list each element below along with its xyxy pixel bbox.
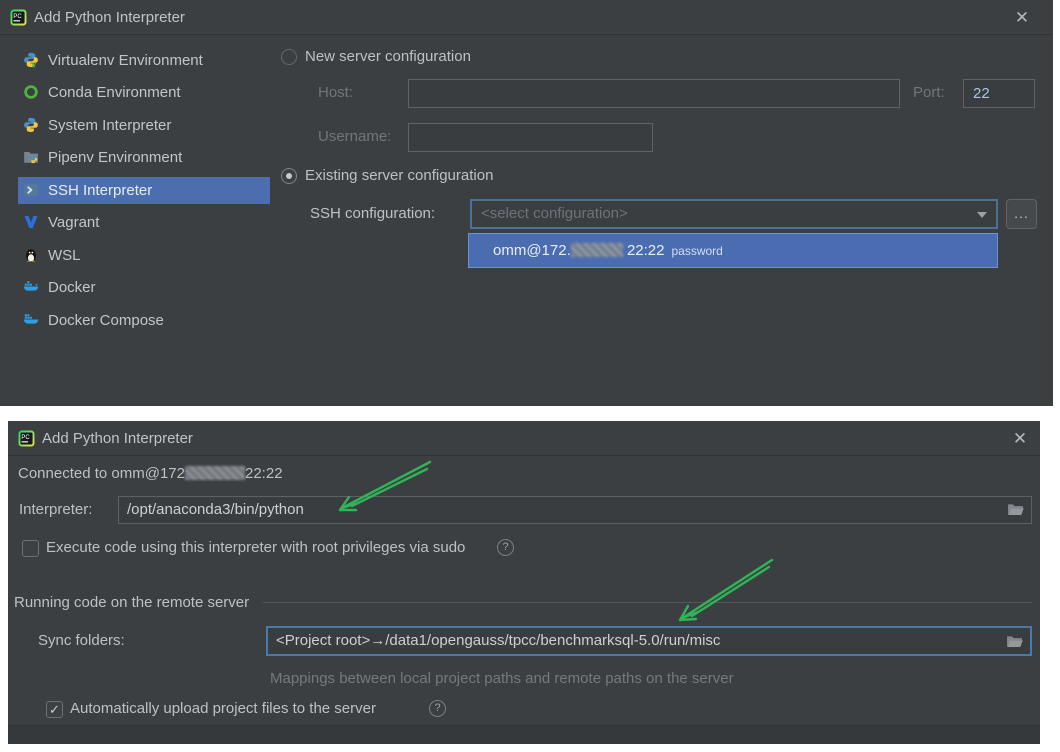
sidebar-item-conda[interactable]: Conda Environment (18, 79, 270, 106)
option-auth-type: password (671, 244, 723, 258)
sidebar-item-ssh-interpreter[interactable]: SSH Interpreter (18, 177, 270, 204)
connected-prefix: Connected to omm@172 (18, 465, 185, 482)
add-interpreter-dialog-connected: PC Add Python Interpreter ✕ Connected to… (8, 421, 1040, 744)
browse-folder-icon[interactable] (1007, 503, 1024, 517)
svg-text:PC: PC (13, 14, 22, 20)
username-input[interactable] (408, 123, 653, 152)
docker-compose-icon (23, 314, 39, 324)
sync-folders-label: Sync folders: (38, 632, 125, 649)
interpreter-label: Interpreter: (19, 501, 93, 518)
port-input[interactable] (963, 79, 1035, 108)
redacted-ip-blur (185, 466, 245, 480)
browse-folder-icon[interactable] (1006, 635, 1023, 649)
sync-folders-hint: Mappings between local project paths and… (270, 670, 734, 687)
interpreter-path-value: /opt/anaconda3/bin/python (127, 501, 304, 518)
browse-ssh-configurations-button[interactable]: ... (1006, 199, 1037, 229)
option-user-host: omm@172. (493, 242, 571, 259)
ssh-configuration-dropdown-popup: omm@172. 22:22 password (468, 233, 998, 268)
python-virtualenv-icon: v (24, 52, 38, 68)
sidebar-item-label: Conda Environment (48, 84, 181, 101)
sidebar-item-docker[interactable]: Docker (18, 274, 270, 301)
host-input[interactable] (408, 79, 900, 108)
host-label: Host: (318, 84, 354, 101)
sidebar-item-label: Docker (48, 279, 96, 296)
dialog-title: Add Python Interpreter (42, 430, 193, 447)
option-port: 22:22 (626, 242, 665, 259)
auto-upload-checkbox-label: Automatically upload project files to th… (70, 700, 376, 717)
sidebar-item-pipenv[interactable]: Pipenv Environment (18, 144, 270, 171)
dialog-titlebar: PC Add Python Interpreter ✕ (8, 421, 1040, 456)
linux-penguin-icon (25, 249, 37, 263)
sidebar-item-system-interpreter[interactable]: System Interpreter (18, 112, 270, 139)
chevron-down-icon[interactable] (977, 212, 987, 218)
auto-upload-checkbox[interactable]: ✓ (46, 701, 63, 718)
python-icon (24, 117, 38, 133)
sidebar-item-label: System Interpreter (48, 117, 172, 134)
sidebar-item-label: Virtualenv Environment (48, 52, 203, 69)
docker-whale-icon (23, 281, 39, 291)
sudo-checkbox-label: Execute code using this interpreter with… (46, 539, 466, 556)
vagrant-icon (24, 216, 38, 229)
sudo-checkbox[interactable] (22, 540, 39, 557)
sidebar-item-label: Vagrant (48, 214, 100, 231)
combobox-placeholder: <select configuration> (481, 205, 628, 222)
section-header-text: Running code on the remote server (14, 593, 250, 611)
conda-icon (24, 85, 38, 99)
dialog-titlebar: PC Add Python Interpreter ✕ (0, 0, 1053, 35)
sync-folders-value: <Project root>→/data1/opengauss/tpcc/ben… (276, 632, 721, 649)
section-divider (263, 601, 1032, 603)
dropdown-option-omm-host[interactable]: omm@172. 22:22 password (469, 234, 997, 267)
radio-existing-server-configuration[interactable] (281, 168, 297, 184)
help-icon[interactable]: ? (497, 539, 514, 556)
ssh-terminal-icon (24, 183, 38, 197)
interpreter-path-field[interactable]: /opt/anaconda3/bin/python (118, 496, 1032, 524)
add-interpreter-dialog-ssh-select: PC Add Python Interpreter ✕ v Virtualenv… (0, 0, 1053, 406)
sidebar-item-virtualenv[interactable]: v Virtualenv Environment (18, 47, 270, 74)
connected-status-text: Connected to omm@172 22:22 (18, 461, 283, 487)
sidebar-item-label: WSL (48, 247, 81, 264)
close-icon[interactable]: ✕ (1010, 6, 1034, 30)
dialog-bottom-edge (8, 725, 1040, 744)
ssh-configuration-label: SSH configuration: (310, 205, 436, 222)
help-icon[interactable]: ? (429, 700, 446, 717)
username-label: Username: (318, 128, 392, 145)
radio-existing-server-label: Existing server configuration (305, 167, 494, 184)
sidebar-item-wsl[interactable]: WSL (18, 242, 270, 269)
pycharm-logo-icon: PC (10, 9, 27, 26)
pycharm-logo-icon: PC (18, 430, 35, 447)
sync-folders-field[interactable]: <Project root>→/data1/opengauss/tpcc/ben… (266, 626, 1032, 656)
redacted-ip-blur (570, 243, 623, 257)
pipenv-folder-icon (24, 151, 38, 164)
sidebar-item-vagrant[interactable]: Vagrant (18, 209, 270, 236)
sidebar-item-label: Docker Compose (48, 312, 164, 329)
sidebar-item-label: SSH Interpreter (48, 182, 153, 199)
svg-text:v: v (32, 61, 37, 68)
section-running-code-remote: Running code on the remote server (14, 589, 1032, 615)
ssh-configuration-combobox[interactable]: <select configuration> (470, 199, 998, 229)
sidebar-item-docker-compose[interactable]: Docker Compose (18, 307, 270, 334)
close-icon[interactable]: ✕ (1008, 427, 1032, 451)
dialog-title: Add Python Interpreter (34, 9, 185, 26)
connected-port: 22:22 (245, 465, 283, 482)
svg-text:PC: PC (21, 435, 30, 441)
sidebar-item-label: Pipenv Environment (48, 149, 183, 166)
radio-new-server-configuration[interactable] (281, 49, 297, 65)
port-label: Port: (913, 84, 945, 101)
radio-new-server-label: New server configuration (305, 48, 471, 65)
